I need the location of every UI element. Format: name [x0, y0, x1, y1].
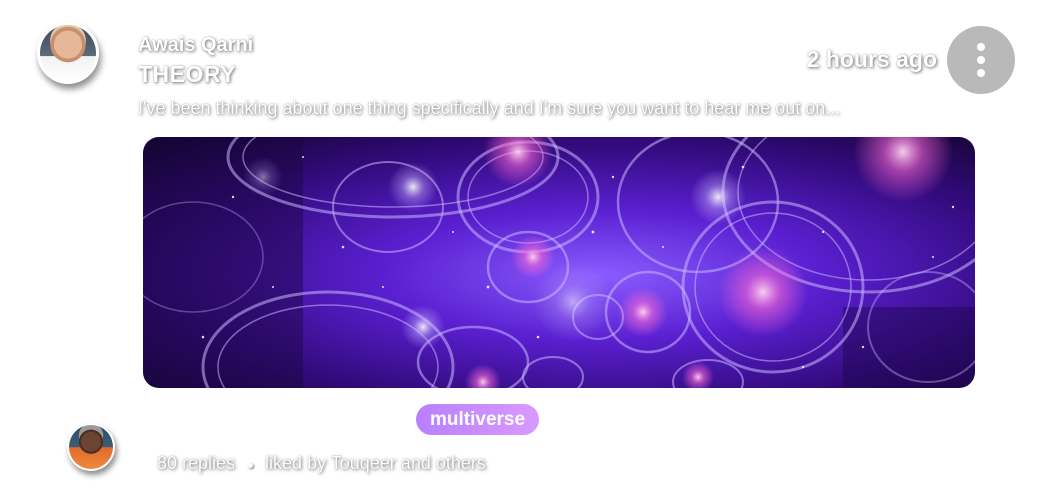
author-avatar[interactable] — [37, 22, 99, 84]
post-card[interactable]: Awais Qarni THEORY 2 hours ago I've been… — [0, 0, 1063, 503]
post-stats: 80 replies liked by Touqeer and others — [157, 453, 486, 474]
replier-avatar[interactable] — [67, 423, 115, 471]
replier-photo — [69, 425, 113, 469]
cosmic-bubbles-image — [143, 137, 975, 388]
topic-tag[interactable]: multiverse — [416, 404, 540, 435]
post-excerpt[interactable]: I've been thinking about one thing speci… — [138, 98, 840, 119]
more-options-button[interactable] — [947, 26, 1015, 94]
more-vertical-icon-dot — [977, 56, 985, 64]
more-vertical-icon-dot — [977, 69, 985, 77]
post-banner-image[interactable] — [143, 137, 975, 388]
author-name[interactable]: Awais Qarni — [138, 34, 253, 57]
separator-dot — [248, 463, 254, 468]
liked-by-text[interactable]: liked by Touqeer and others — [265, 453, 486, 474]
replies-count[interactable]: 80 replies — [157, 453, 235, 474]
post-timestamp: 2 hours ago — [806, 46, 937, 72]
post-category: THEORY — [138, 61, 236, 87]
author-photo — [40, 25, 96, 81]
more-vertical-icon — [977, 43, 985, 51]
